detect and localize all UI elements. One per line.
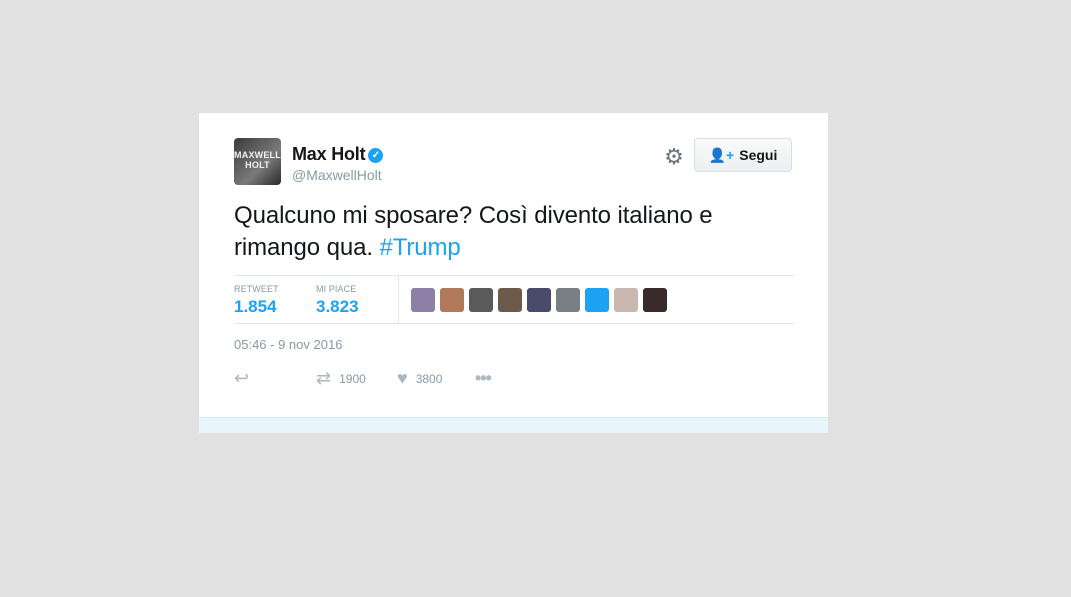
display-name[interactable]: Max Holt (292, 144, 366, 164)
likes-label: MI PIACE (316, 284, 357, 294)
card-footer (199, 417, 828, 433)
avatar-text-bottom: HOLT (245, 160, 270, 170)
avatar-text-top: MAXWELL (234, 150, 281, 160)
tweet-text: Qualcuno mi sposare? Così divento italia… (234, 200, 794, 264)
verified-badge-icon: ✓ (368, 148, 384, 163)
tweet-body: Qualcuno mi sposare? Così divento italia… (234, 202, 713, 261)
user-info[interactable]: Max Holt ✓ @MaxwellHolt (292, 144, 384, 183)
liker-avatar[interactable] (643, 288, 667, 312)
retweet-label: RETWEET (234, 284, 279, 294)
liker-avatars (411, 288, 667, 312)
liker-avatar[interactable] (527, 288, 551, 312)
liker-avatar[interactable] (440, 288, 464, 312)
more-icon: ••• (475, 368, 492, 388)
hashtag-link[interactable]: #Trump (379, 234, 460, 261)
retweet-button[interactable]: ⇄ 1900 (316, 368, 366, 389)
liker-avatar[interactable] (556, 288, 580, 312)
like-count: 3800 (415, 371, 443, 386)
retweet-icon: ⇄ (316, 368, 332, 388)
tweet-stats: RETWEET 1.854 MI PIACE 3.823 (234, 275, 794, 324)
heart-icon: ♥ (397, 368, 408, 388)
avatar[interactable]: MAXWELL HOLT (234, 138, 281, 185)
liker-avatar[interactable] (498, 288, 522, 312)
liker-avatar[interactable] (614, 288, 638, 312)
follow-button[interactable]: 👤+ Segui (694, 138, 792, 172)
like-button[interactable]: ♥ 3800 (397, 368, 442, 389)
liker-avatar[interactable] (411, 288, 435, 312)
retweet-count: 1900 (339, 371, 366, 386)
user-handle[interactable]: @MaxwellHolt (292, 167, 383, 183)
reply-button[interactable]: ↩ (234, 368, 257, 389)
liker-avatar[interactable] (469, 288, 493, 312)
add-user-icon: 👤+ (708, 146, 735, 163)
retweet-value: 1.854 (234, 297, 277, 316)
likes-stat[interactable]: MI PIACE 3.823 (316, 284, 359, 317)
gear-icon[interactable]: ⚙ (663, 146, 685, 168)
retweet-stat[interactable]: RETWEET 1.854 (234, 284, 279, 317)
more-button[interactable]: ••• (475, 368, 499, 389)
tweet-timestamp[interactable]: 05:46 - 9 nov 2016 (234, 337, 342, 352)
tweet-card: MAXWELL HOLT Max Holt ✓ @MaxwellHolt ⚙ 👤+… (199, 113, 828, 433)
follow-label: Segui (739, 147, 778, 163)
liker-avatar[interactable] (585, 288, 609, 312)
stats-divider (398, 276, 399, 323)
likes-value: 3.823 (316, 297, 359, 316)
reply-icon: ↩ (234, 368, 250, 388)
